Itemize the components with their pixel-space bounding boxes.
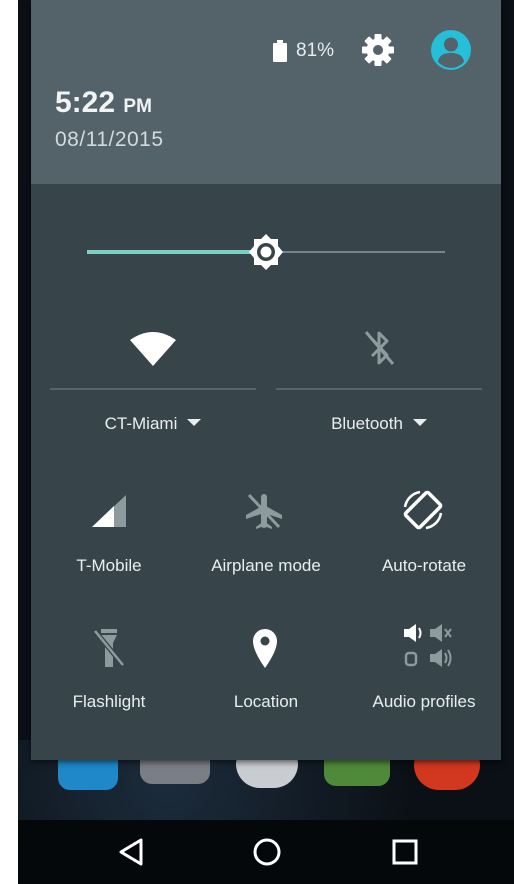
home-icon[interactable] <box>252 837 282 867</box>
airplane-mode-icon[interactable] <box>244 491 284 531</box>
clock-time: 5:22 <box>55 86 116 119</box>
back-icon[interactable] <box>117 837 145 867</box>
bluetooth-off-icon[interactable] <box>363 328 397 368</box>
chevron-down-icon <box>187 419 202 427</box>
account-icon[interactable] <box>431 30 471 70</box>
audio-profiles-label: Audio profiles <box>372 692 476 711</box>
auto-rotate-icon[interactable] <box>400 487 446 533</box>
cellular-signal-icon[interactable] <box>90 493 128 529</box>
date[interactable]: 08/11/2015 <box>55 128 164 152</box>
chevron-down-icon <box>412 419 427 427</box>
auto-rotate-label: Auto-rotate <box>381 556 467 575</box>
wifi-icon[interactable] <box>129 330 177 368</box>
gear-icon[interactable] <box>360 32 396 68</box>
battery-icon <box>273 40 287 62</box>
brightness-track <box>266 251 445 253</box>
recents-icon[interactable] <box>392 839 418 865</box>
flashlight-label: Flashlight <box>72 692 146 711</box>
bluetooth-divider <box>276 388 482 390</box>
location-pin-icon[interactable] <box>250 627 280 669</box>
wifi-network-dropdown[interactable]: CT-Miami <box>50 414 256 434</box>
clock[interactable]: 5:22 PM <box>55 86 152 120</box>
phone-screen: 81% 5:22 PM 08/11/2015 CT-Miami Bluetoot… <box>18 0 514 884</box>
brightness-track-filled <box>87 250 266 254</box>
navigation-bar <box>18 820 514 884</box>
brightness-icon[interactable] <box>246 232 286 272</box>
clock-ampm: PM <box>123 96 152 117</box>
bluetooth-dropdown[interactable]: Bluetooth <box>276 414 482 434</box>
quick-settings-header: 81% 5:22 PM 08/11/2015 <box>31 0 501 184</box>
mobile-network-label: T-Mobile <box>76 556 142 575</box>
bluetooth-label: Bluetooth <box>331 414 403 433</box>
location-label: Location <box>233 692 299 711</box>
wifi-divider <box>50 388 256 390</box>
audio-profiles-icon[interactable] <box>402 622 454 670</box>
airplane-mode-label: Airplane mode <box>211 556 321 575</box>
battery-percentage: 81% <box>296 40 335 61</box>
quick-settings-panel: 81% 5:22 PM 08/11/2015 CT-Miami Bluetoot… <box>31 0 501 760</box>
wifi-network-label: CT-Miami <box>104 414 178 433</box>
flashlight-icon[interactable] <box>92 627 126 669</box>
